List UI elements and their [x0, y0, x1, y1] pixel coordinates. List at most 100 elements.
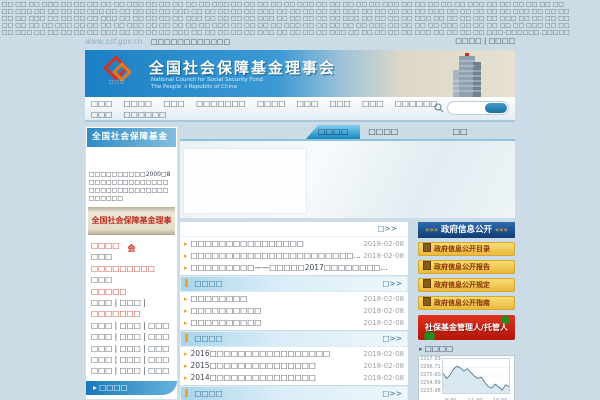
sidebar-menu-item[interactable]: □□□ | □□□ | □□□: [91, 331, 172, 342]
news-item[interactable]: □□□□□□□□□□2018-02-08: [184, 317, 404, 329]
sidebar-menu-item[interactable]: □□□□□□□□□: [91, 263, 172, 274]
gov-info-button[interactable]: 政府信息公开规定: [418, 278, 515, 292]
sidebar-menu-item[interactable]: □□□□□: [91, 286, 172, 297]
arrows-right-icon: »»»: [425, 226, 439, 234]
gov-info-button[interactable]: 政府信息公开报告: [418, 260, 515, 274]
section-title: □□□□: [194, 334, 223, 343]
section-title: □□□□: [194, 389, 223, 398]
more-link[interactable]: □>>: [382, 277, 402, 291]
tab-active[interactable]: □□□□: [306, 125, 361, 139]
news-item[interactable]: □□□□□□□□2018-02-08: [184, 293, 404, 305]
nav-item[interactable]: □□□□: [257, 99, 285, 108]
sidebar-intro-text: □□□□□□□□□□2000□8□□□□□□□□□□□□□□□□□□□□□□□□…: [89, 171, 171, 202]
page: □□ □□ □□ □□□ □□ □□ □□ □□ □□ □□□ □□ □□ □□…: [0, 0, 600, 400]
search-button[interactable]: [485, 103, 507, 113]
news-date: 2018-02-08: [363, 240, 404, 248]
nav-item[interactable]: □□□: [297, 99, 318, 108]
news-item[interactable]: □□□□□□□□□——□□□□□2017□□□□□□□□...2018-02-0…: [184, 262, 404, 274]
chart-plot-area: [442, 358, 510, 394]
sidebar-banner-council[interactable]: 全国社会保障基金理事会: [88, 207, 175, 253]
more-link[interactable]: □>>: [377, 222, 397, 236]
left-sidebar: 全国社会保障基金 □□□□□□□□□□2000□8□□□□□□□□□□□□□□□…: [85, 126, 178, 400]
nav-item[interactable]: □□□□□□: [124, 110, 167, 119]
sidebar-menu-item[interactable]: □□□□□□□: [91, 308, 172, 319]
news-list: □□□□□□□□2018-02-08 □□□□□□□□□□2018-02-08 …: [180, 292, 408, 330]
document-icon: [423, 297, 431, 306]
news-item[interactable]: □□□□□□□□□□2018-02-08: [184, 305, 404, 317]
sidebar-menu-item[interactable]: □□□ | □□□ | □□□: [91, 320, 172, 331]
more-link[interactable]: □>>: [382, 387, 402, 400]
gov-info-button[interactable]: 政府信息公开目录: [418, 242, 515, 256]
document-icon: [423, 261, 431, 270]
section-header: □□□□ □>>: [180, 276, 408, 292]
nav-item[interactable]: □□□: [329, 99, 350, 108]
ticker-line: □□ □□ □□ □□ □□□ □□ □□ □□ □□ □□□ □□ □□ □□…: [2, 22, 570, 29]
sidebar-section-header[interactable]: ▸ □□□□: [86, 380, 177, 395]
section-header: □□□□ □>>: [180, 331, 408, 347]
gov-info-button[interactable]: 政府信息公开指南: [418, 296, 515, 310]
nav-item[interactable]: □□□: [362, 99, 383, 108]
search-icon: [434, 103, 444, 113]
y-tick: 3296.71: [420, 364, 441, 370]
tab-second[interactable]: □□□□: [360, 125, 406, 139]
nav-item[interactable]: □□□□: [124, 99, 152, 108]
ticker-line: □□ □□ □□ □□□ □□ □□ □□ □□ □□ □□□ □□ □□ □□…: [2, 1, 564, 8]
stock-index-chart: 3317.93 3296.71 3275.60 3254.89 3233.98 …: [418, 355, 515, 400]
header-banner: □□□ 全国社会保障基金理事会 National Council for Soc…: [85, 50, 515, 97]
news-item[interactable]: 2015□□□□□□□□□□□□□□□2018-02-08: [184, 360, 404, 372]
building-image: [453, 53, 481, 97]
y-tick: 3254.89: [420, 380, 441, 386]
sidebar-menu-item[interactable]: □□□ | □□□ | □□□: [91, 343, 172, 354]
ticker-line: □□ □□□ □□ □□ □□ □□ □□□ □□ □□ □□ □□ □□ □□…: [2, 8, 570, 15]
sidebar-sub-item[interactable]: □□□: [86, 395, 177, 400]
news-item[interactable]: □□□□□□□□□□□□□□□□□□□□□□□...2018-02-08: [184, 250, 404, 262]
nav-item[interactable]: □□□: [91, 110, 112, 119]
main-column: □>> □□□□□□□□□□□□□□□□2018-02-08 □□□□□□□□□…: [180, 222, 408, 400]
news-item[interactable]: 2014□□□□□□□□□□□□□□□2018-02-08: [184, 372, 404, 384]
y-tick: 3275.60: [420, 372, 441, 378]
topbar-links: □□□□ | □□□□: [455, 37, 515, 45]
top-links-ticker[interactable]: □□ □□ □□ □□□ □□ □□ □□ □□ □□ □□□ □□ □□ □□…: [0, 0, 600, 38]
site-title: 全国社会保障基金理事会: [149, 59, 337, 77]
search-input[interactable]: [447, 101, 509, 115]
news-date: 2018-02-08: [363, 295, 404, 303]
y-tick: 3317.93: [420, 356, 441, 362]
nav-item[interactable]: □□□: [163, 99, 184, 108]
news-date: 2018-02-08: [363, 362, 404, 370]
main-nav: □□□ □□□□ □□□ □□□□□□□ □□□□ □□□ □□□ □□□ □□…: [85, 97, 515, 122]
section-title: □□□□: [194, 279, 223, 288]
hero-banner: [180, 141, 515, 218]
site-subtitle-en: National Council for Social Security Fun…: [151, 77, 263, 90]
sidebar-menu-item[interactable]: □□□ | □□□ |: [91, 297, 172, 308]
section-bullet-icon: [185, 279, 188, 287]
right-sidebar: »»» 政府信息公开 ««« 政府信息公开目录 政府信息公开报告 政府信息公开规…: [418, 222, 515, 400]
news-date: 2018-02-08: [363, 319, 404, 327]
news-item[interactable]: □□□□□□□□□□□□□□□□2018-02-08: [184, 238, 404, 250]
ticker-line: □□ □□□ □□ □□ □□ □□ □□ □□□ □□ □□ □□ □□ □□…: [2, 29, 570, 36]
ticker-line: □□ □□ □□□ □□ □□ □□ □□ □□□ □□ □□ □□ □□ □□…: [2, 15, 570, 22]
nav-item[interactable]: □□□□□□□: [196, 99, 246, 108]
ssf-logo-icon: □□□: [101, 55, 135, 86]
gov-info-header: »»» 政府信息公开 «««: [418, 222, 515, 238]
add-favorite-link[interactable]: □□□□: [489, 37, 515, 45]
topbar: www.ssf.gov.cn □□□□□□□□□□□□ □□□□ | □□□□: [85, 37, 515, 50]
set-home-link[interactable]: □□□□: [455, 37, 481, 45]
news-date: 2018-02-08: [363, 307, 404, 315]
news-list: □□□□□□□□□□□□□□□□2018-02-08 □□□□□□□□□□□□□…: [180, 237, 408, 275]
sidebar-menu-item[interactable]: □□□: [91, 274, 172, 285]
sidebar-menu-item[interactable]: □□□ | □□□ | □□□: [91, 365, 172, 376]
sidebar-banner-fund[interactable]: 全国社会保障基金: [87, 128, 176, 147]
tab-third[interactable]: □□: [444, 125, 475, 139]
nav-item[interactable]: □□□: [91, 99, 112, 108]
sidebar-menu-item[interactable]: □□□ | □□□ | □□□: [91, 354, 172, 365]
fund-managers-banner[interactable]: 社保基金管理人/托管人: [418, 315, 515, 340]
content-area: 全国社会保障基金 □□□□□□□□□□2000□8□□□□□□□□□□□□□□□…: [85, 122, 515, 400]
section-bullet-icon: [185, 334, 188, 342]
nav-item[interactable]: □□□□□□: [395, 99, 438, 108]
news-list: 2016□□□□□□□□□□□□□□□□□2018-02-08 2015□□□□…: [180, 347, 408, 385]
content-tabbar: □□□□ □□□□ □□: [180, 125, 515, 141]
news-item[interactable]: 2016□□□□□□□□□□□□□□□□□2018-02-08: [184, 348, 404, 360]
hero-photo-placeholder[interactable]: [183, 148, 307, 214]
more-link[interactable]: □>>: [382, 332, 402, 346]
document-icon: [423, 243, 431, 252]
